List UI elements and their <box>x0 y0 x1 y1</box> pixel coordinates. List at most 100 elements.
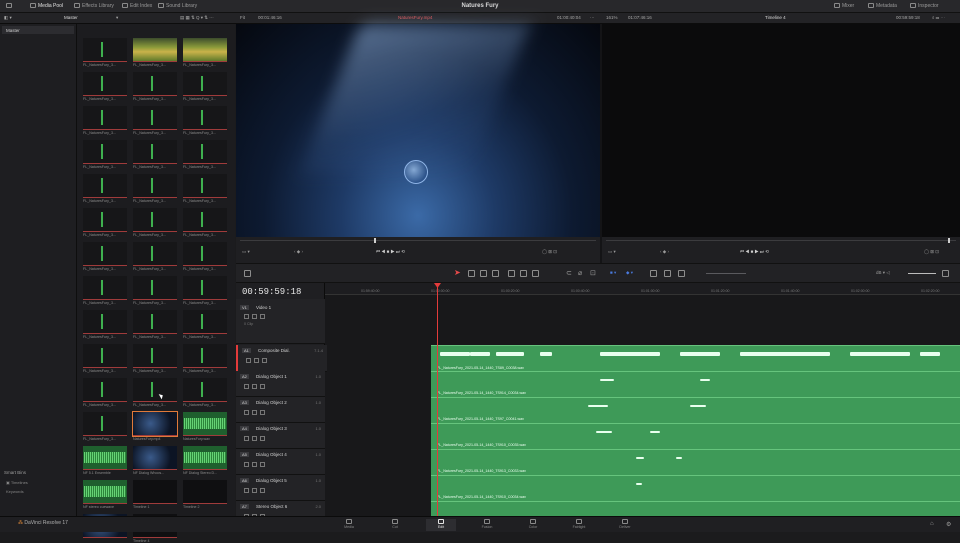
media-pool-thumbnail[interactable] <box>83 480 127 504</box>
media-pool-thumbnail[interactable] <box>132 411 178 437</box>
smart-bin-timelines[interactable]: ▣ Timelines <box>6 480 28 485</box>
replace-clip-icon[interactable] <box>532 270 539 277</box>
auto-select-icon[interactable] <box>260 314 265 319</box>
page-button-cut[interactable]: Cut <box>380 519 410 531</box>
audio-clip[interactable]: FL_NaturesFury_2021-05-14_1440_TS97_C004… <box>431 397 960 424</box>
source-zoom[interactable]: Fit <box>240 15 245 20</box>
media-pool-thumbnail[interactable] <box>83 38 127 62</box>
page-button-fusion[interactable]: Fusion <box>472 519 502 531</box>
timeline-viewer[interactable] <box>602 24 960 237</box>
track-name[interactable]: Dialog Object 3 <box>256 426 287 431</box>
home-icon[interactable]: ⌂ <box>930 521 934 527</box>
insert-clip-icon[interactable] <box>508 270 515 277</box>
media-pool-thumbnail[interactable] <box>83 140 127 164</box>
lock-track-icon[interactable] <box>244 436 249 441</box>
media-pool-thumbnail[interactable] <box>133 344 177 368</box>
audio-clip[interactable]: FL_NaturesFury_2021-05-14_1440_TS910_C00… <box>431 475 960 502</box>
blade-tool-icon[interactable] <box>492 270 499 277</box>
linked-selection-icon[interactable]: ⌀ <box>578 269 582 277</box>
record-zoom[interactable]: 161% <box>606 15 618 20</box>
track-name[interactable]: Composite Dial. <box>258 348 290 353</box>
audio-meter-icon[interactable] <box>942 270 949 277</box>
volume-icon[interactable]: dB ▾ ◁ <box>876 270 890 276</box>
media-pool-thumbnail[interactable] <box>133 208 177 232</box>
media-pool-thumbnail[interactable] <box>83 276 127 300</box>
trim-tool-icon[interactable] <box>468 270 475 277</box>
media-pool-thumbnail[interactable] <box>83 72 127 96</box>
viewer-options-icon[interactable]: ⌕ ▭ ⋯ <box>932 15 945 20</box>
media-pool-thumbnail[interactable] <box>83 344 127 368</box>
media-pool-thumbnail[interactable] <box>183 378 227 402</box>
volume-slider[interactable] <box>908 273 936 274</box>
viewer-mode-icon[interactable]: ▭ ▾ <box>608 249 616 255</box>
lock-track-icon[interactable] <box>244 410 249 415</box>
track-name[interactable]: Dialog Object 2 <box>256 400 287 405</box>
media-pool-thumbnail[interactable] <box>183 276 227 300</box>
media-pool-thumbnail[interactable] <box>133 72 177 96</box>
media-pool-thumbnail[interactable] <box>83 310 127 334</box>
lock-track-icon[interactable] <box>244 462 249 467</box>
solo-icon[interactable] <box>252 410 257 415</box>
viewer-mode-icon[interactable]: ▭ ▾ <box>242 249 250 255</box>
audio-clip[interactable]: FL_NaturesFury_2021-05-14_1440_TS89_C003… <box>431 345 960 373</box>
jog-icon[interactable]: ‹ ◆ › <box>294 249 303 255</box>
media-pool-thumbnail[interactable] <box>183 106 227 130</box>
page-button-edit[interactable]: Edit <box>426 519 456 531</box>
media-pool-thumbnail[interactable] <box>183 140 227 164</box>
smart-bin-keywords[interactable]: Keywords <box>6 489 24 494</box>
bin-master[interactable]: Master <box>2 26 74 34</box>
pool-view-icons[interactable]: ▤ ▦ ⇅ Q ▾ ⇅ ⋯ <box>180 15 214 21</box>
solo-icon[interactable] <box>252 462 257 467</box>
media-pool-thumbnail[interactable] <box>183 174 227 198</box>
zoom-slider[interactable] <box>706 273 746 274</box>
media-pool-thumbnail[interactable] <box>183 344 227 368</box>
media-pool-thumbnail[interactable] <box>83 378 127 402</box>
transport-controls[interactable]: ⏮ ◀ ■ ▶ ⏭ ⟲ <box>740 249 769 255</box>
timeline-ruler[interactable]: 01:59:40:00 01:00:00:00 01:00:20:00 01:00:4… <box>325 283 960 295</box>
media-pool-thumbnail[interactable] <box>133 38 177 62</box>
lock-track-icon[interactable] <box>244 384 249 389</box>
track-name[interactable]: Video 1 <box>256 305 271 310</box>
zoom-full-icon[interactable] <box>650 270 657 277</box>
media-pool-thumbnail[interactable] <box>83 412 127 436</box>
media-pool-thumbnail[interactable] <box>133 310 177 334</box>
transport-controls[interactable]: ⏮ ◀ ■ ▶ ⏭ ⟲ <box>376 249 405 255</box>
lock-track-icon[interactable] <box>246 358 251 363</box>
marker-icon[interactable]: ◆ ▾ <box>626 270 633 276</box>
media-pool-thumbnail[interactable] <box>183 242 227 266</box>
tab-mixer[interactable]: Mixer <box>834 3 854 9</box>
media-pool-thumbnail[interactable] <box>83 446 127 470</box>
media-pool-thumbnail[interactable] <box>133 106 177 130</box>
mute-icon[interactable] <box>260 488 265 493</box>
flag-icon[interactable]: ■ ▾ <box>610 270 616 276</box>
playhead[interactable] <box>437 283 438 516</box>
jog-icon[interactable]: ‹ ◆ › <box>660 249 669 255</box>
source-clip-name[interactable]: NaturesFury.mp4 <box>398 15 432 20</box>
audio-clip[interactable]: FL_NaturesFury_2021-05-14_1440_TS913_C00… <box>431 449 960 476</box>
media-pool-thumbnail[interactable] <box>183 310 227 334</box>
media-pool-thumbnail[interactable] <box>83 106 127 130</box>
audio-clip[interactable]: FL_NaturesFury_2021-05-14_1440_TS910_C00… <box>431 423 960 450</box>
media-pool-thumbnail[interactable] <box>133 140 177 164</box>
media-pool-thumbnail[interactable] <box>133 174 177 198</box>
media-pool-thumbnail[interactable] <box>183 480 227 504</box>
sidebar-toggle-icon[interactable]: ◧ ▾ <box>4 15 12 21</box>
media-pool-thumbnail[interactable] <box>83 208 127 232</box>
solo-icon[interactable] <box>252 488 257 493</box>
selection-tool-icon[interactable]: ➤ <box>454 268 461 277</box>
track-name[interactable]: Stereo Object 6 <box>256 504 287 509</box>
dynamic-trim-icon[interactable] <box>480 270 487 277</box>
mute-icon[interactable] <box>260 410 265 415</box>
track-name[interactable]: Dialog Object 4 <box>256 452 287 457</box>
solo-icon[interactable] <box>254 358 259 363</box>
snapping-icon[interactable]: ⊂ <box>566 269 572 277</box>
lock-track-icon[interactable] <box>244 488 249 493</box>
media-pool-thumbnail[interactable] <box>83 242 127 266</box>
media-pool-thumbnail[interactable] <box>83 174 127 198</box>
tab-inspector[interactable]: Inspector <box>910 3 939 9</box>
media-pool-thumbnail[interactable] <box>183 412 227 436</box>
tab-metadata[interactable]: Metadata <box>868 3 897 9</box>
page-button-media[interactable]: Media <box>334 519 364 531</box>
media-pool-thumbnail[interactable] <box>133 480 177 504</box>
media-pool-thumbnail[interactable] <box>183 208 227 232</box>
